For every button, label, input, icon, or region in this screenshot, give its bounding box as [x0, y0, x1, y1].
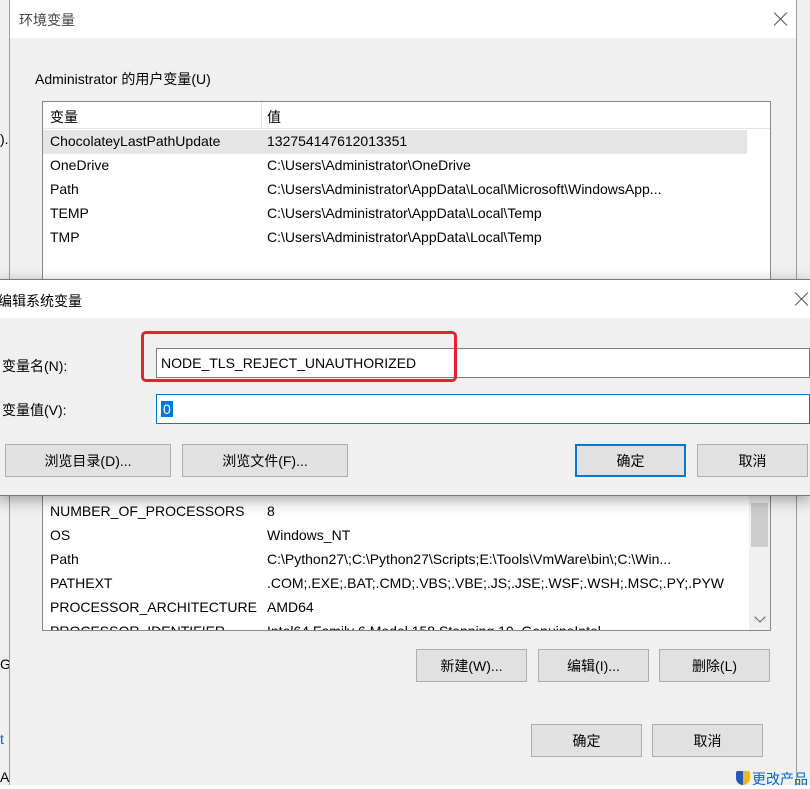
- edit-ok-button[interactable]: 确定: [575, 444, 686, 477]
- var-name: OneDrive: [50, 157, 110, 173]
- user-var-row[interactable]: TMP C:\Users\Administrator\AppData\Local…: [43, 226, 770, 250]
- close-icon[interactable]: [772, 10, 790, 28]
- column-divider[interactable]: [261, 102, 262, 129]
- column-header-variable[interactable]: 变量: [50, 107, 78, 127]
- variable-value-input[interactable]: 0: [156, 394, 810, 424]
- var-name: NUMBER_OF_PROCESSORS: [50, 503, 245, 519]
- var-name: PROCESSOR_IDENTIFIER: [50, 623, 226, 631]
- system-vars-scrollbar[interactable]: [749, 491, 770, 630]
- user-variables-label: Administrator 的用户变量(U): [35, 71, 211, 87]
- edit-system-var-button[interactable]: 编辑(I)...: [538, 649, 649, 682]
- var-name: Path: [50, 551, 79, 567]
- system-var-row[interactable]: PROCESSOR_ARCHITECTURE AMD64: [43, 596, 770, 620]
- close-icon[interactable]: [793, 290, 810, 308]
- variable-value-label: 变量值(V):: [2, 402, 67, 418]
- system-var-row[interactable]: Path C:\Python27\;C:\Python27\Scripts;E:…: [43, 548, 770, 572]
- change-product-link[interactable]: 更改产品: [752, 769, 808, 789]
- var-name: TEMP: [50, 205, 89, 221]
- var-value: C:\Users\Administrator\AppData\Local\Tem…: [267, 229, 542, 245]
- var-name: Path: [50, 181, 79, 197]
- edit-system-variable-dialog: 编辑系统变量 变量名(N): NODE_TLS_REJECT_UNAUTHORI…: [0, 279, 810, 496]
- var-name: ChocolateyLastPathUpdate: [50, 133, 221, 149]
- edit-dialog-title: 编辑系统变量: [0, 293, 82, 309]
- user-var-row[interactable]: Path C:\Users\Administrator\AppData\Loca…: [43, 178, 770, 202]
- annotation-highlight-box: [141, 331, 457, 382]
- background-text-fragment: t: [0, 731, 4, 747]
- user-var-row[interactable]: ChocolateyLastPathUpdate 132754147612013…: [43, 130, 747, 154]
- browse-file-button[interactable]: 浏览文件(F)...: [182, 444, 348, 477]
- system-var-row[interactable]: PROCESSOR_IDENTIFIER Intel64 Family 6 Mo…: [43, 620, 770, 631]
- env-dialog-title: 环境变量: [19, 12, 75, 28]
- column-header-value[interactable]: 值: [267, 107, 281, 127]
- delete-system-var-button[interactable]: 删除(L): [659, 649, 770, 682]
- var-value: AMD64: [267, 599, 314, 615]
- var-value: C:\Users\Administrator\OneDrive: [267, 157, 471, 173]
- scrollbar-thumb[interactable]: [751, 503, 768, 547]
- shield-icon: [736, 771, 750, 785]
- var-name: PATHEXT: [50, 575, 113, 591]
- var-name: PROCESSOR_ARCHITECTURE: [50, 599, 257, 615]
- system-var-row[interactable]: NUMBER_OF_PROCESSORS 8: [43, 500, 770, 524]
- chevron-down-icon[interactable]: [754, 611, 766, 623]
- env-ok-button[interactable]: 确定: [531, 724, 642, 757]
- edit-cancel-button[interactable]: 取消: [697, 444, 808, 477]
- var-value: .COM;.EXE;.BAT;.CMD;.VBS;.VBE;.JS;.JSE;.…: [267, 575, 725, 591]
- edit-dialog-titlebar: 编辑系统变量: [0, 280, 810, 318]
- system-var-row[interactable]: PATHEXT .COM;.EXE;.BAT;.CMD;.VBS;.VBE;.J…: [43, 572, 770, 596]
- system-var-row[interactable]: OS Windows_NT: [43, 524, 770, 548]
- browse-directory-button[interactable]: 浏览目录(D)...: [5, 444, 171, 477]
- var-value: 8: [267, 503, 275, 519]
- user-var-row[interactable]: TEMP C:\Users\Administrator\AppData\Loca…: [43, 202, 770, 226]
- var-value: C:\Python27\;C:\Python27\Scripts;E:\Tool…: [267, 551, 672, 567]
- variable-value-selected-text: 0: [161, 401, 173, 417]
- user-variables-header: 变量 值: [43, 102, 770, 129]
- var-name: TMP: [50, 229, 80, 245]
- env-cancel-button[interactable]: 取消: [652, 724, 763, 757]
- env-dialog-titlebar: 环境变量: [10, 0, 796, 38]
- new-system-var-button[interactable]: 新建(W)...: [416, 649, 527, 682]
- var-value: C:\Users\Administrator\AppData\Local\Tem…: [267, 205, 542, 221]
- var-value: C:\Users\Administrator\AppData\Local\Mic…: [267, 181, 662, 197]
- var-name: OS: [50, 527, 71, 543]
- var-value: 132754147612013351: [267, 133, 408, 149]
- user-var-row[interactable]: OneDrive C:\Users\Administrator\OneDrive: [43, 154, 770, 178]
- var-value: Intel64 Family 6 Model 158 Stepping 10, …: [267, 623, 601, 631]
- system-variables-list[interactable]: NUMBER_OF_PROCESSORS 8 OS Windows_NT Pat…: [42, 490, 771, 631]
- user-variables-list[interactable]: 变量 值 ChocolateyLastPathUpdate 1327541476…: [42, 101, 771, 291]
- variable-name-label: 变量名(N):: [2, 358, 68, 374]
- var-value: Windows_NT: [267, 527, 351, 543]
